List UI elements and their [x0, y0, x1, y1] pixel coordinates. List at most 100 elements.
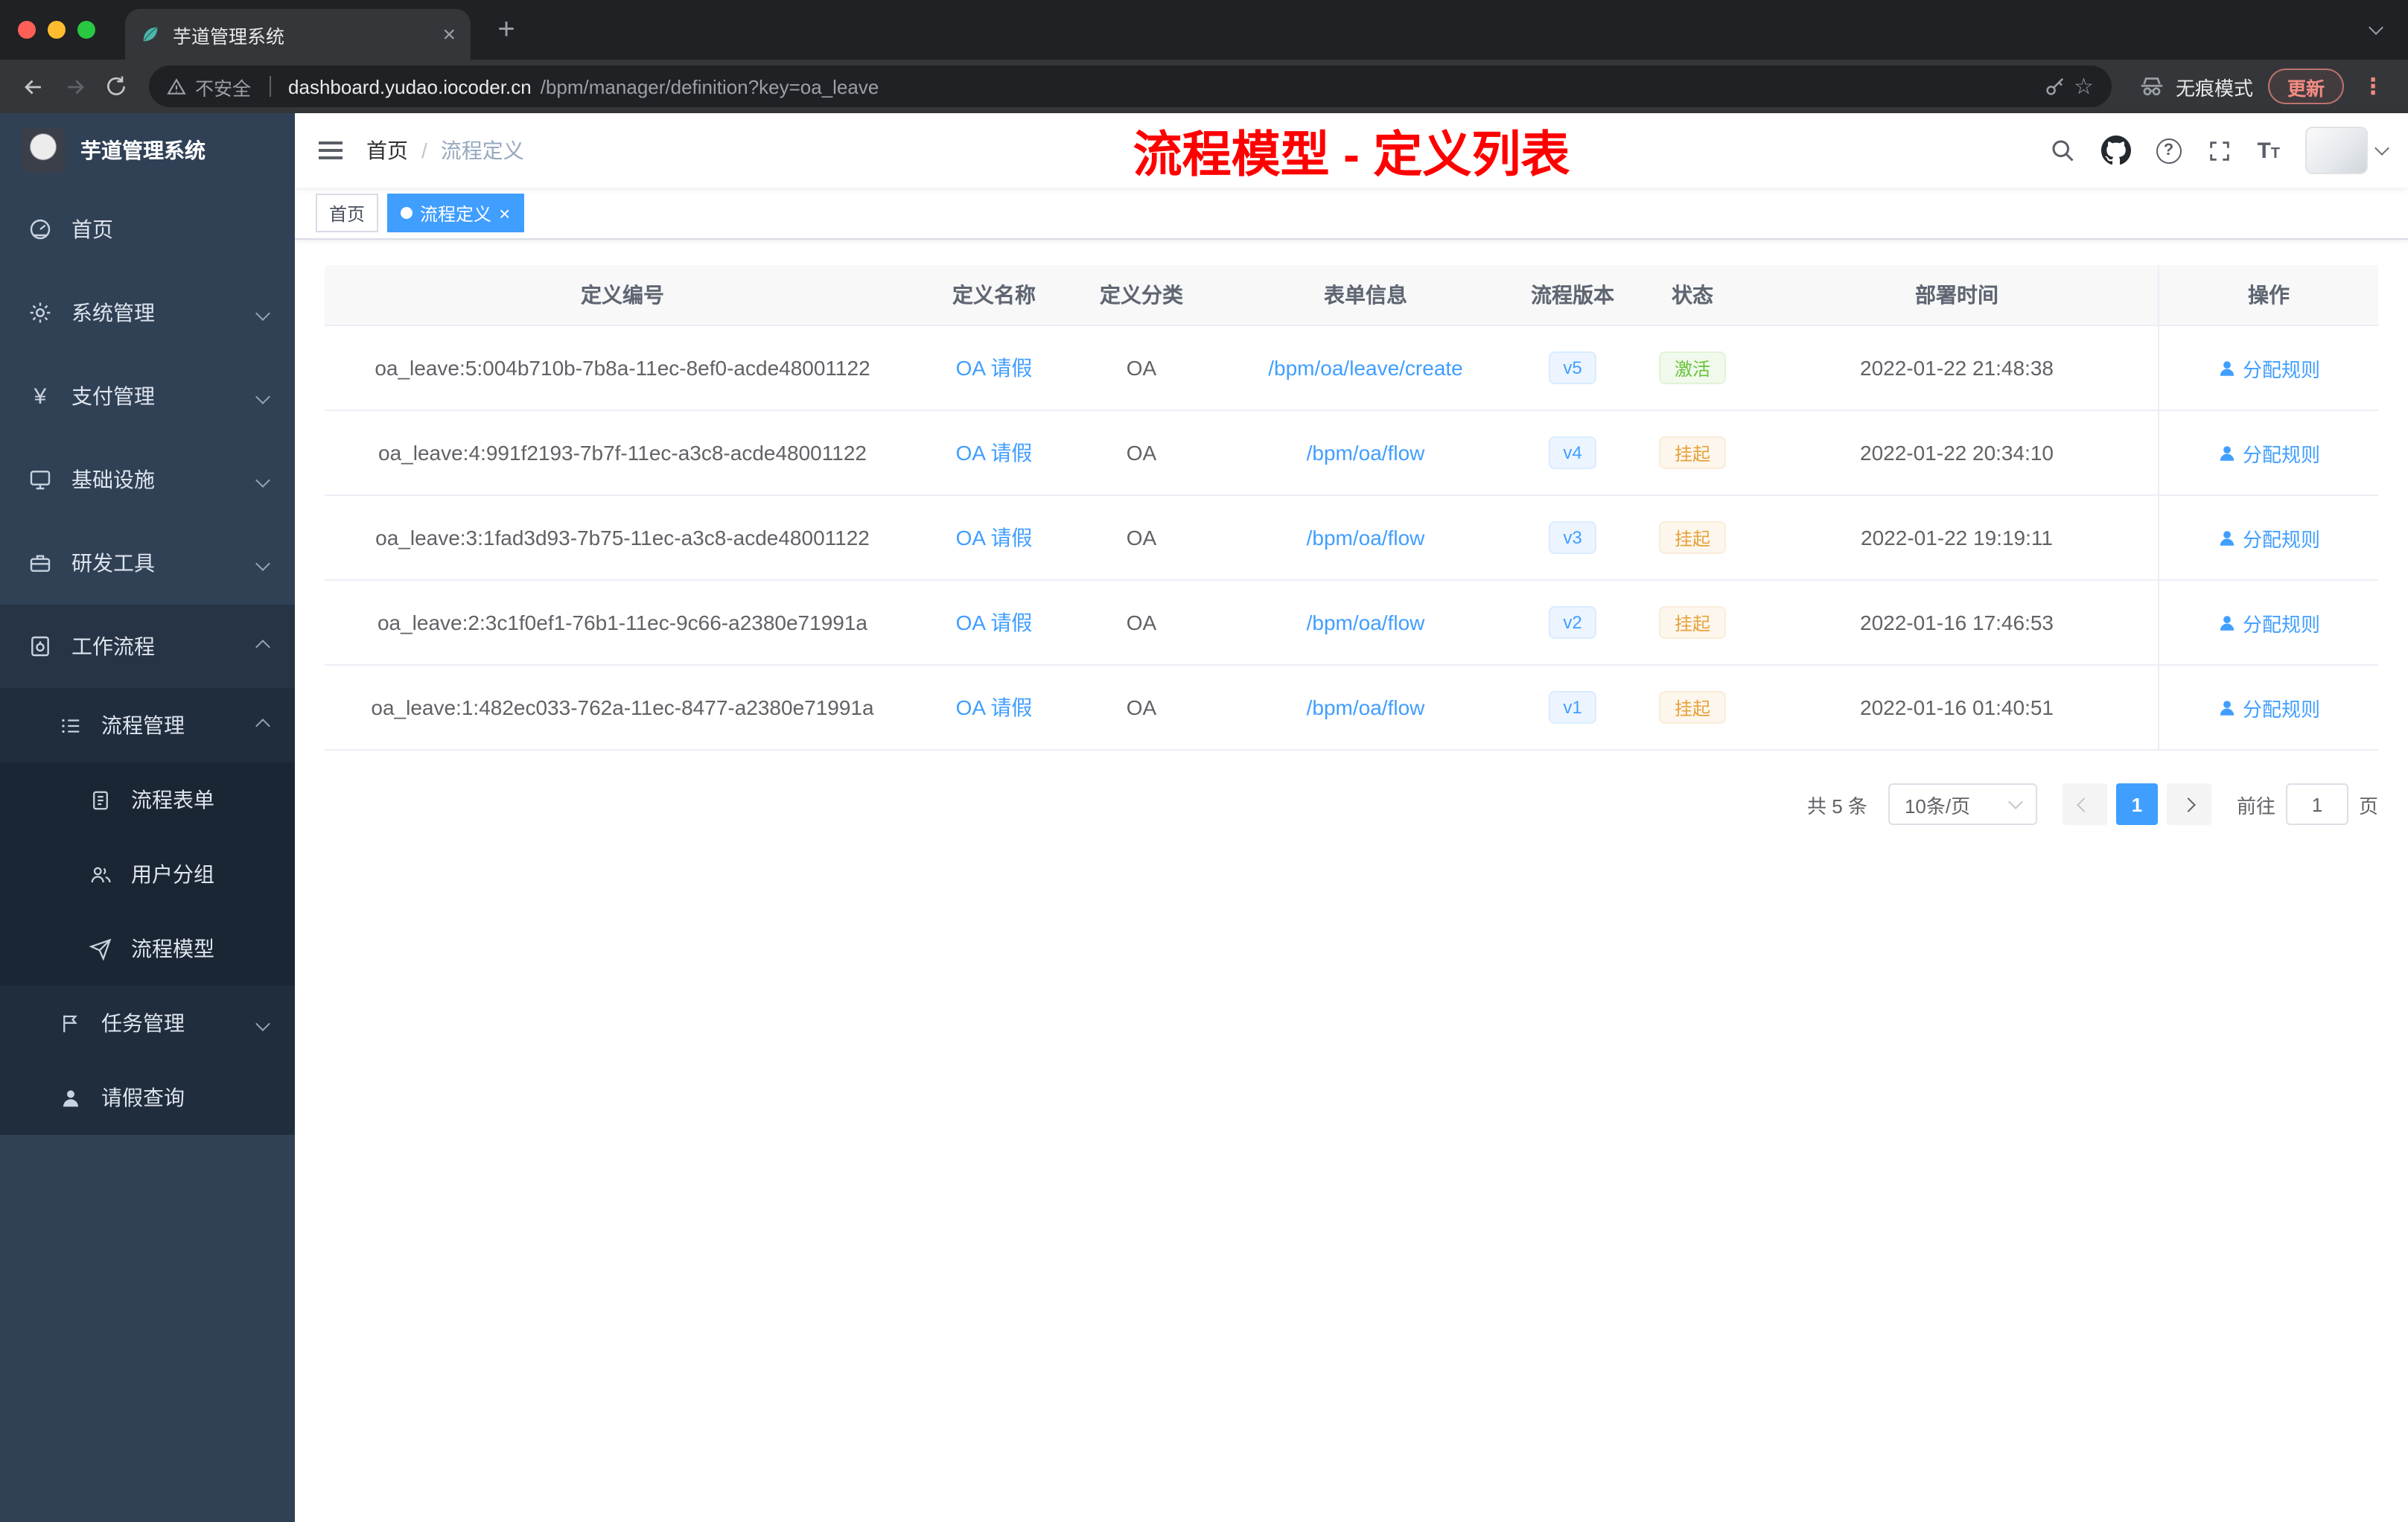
window-controls [0, 21, 110, 39]
category-cell: OA [1126, 356, 1157, 380]
sidebar-item-infra[interactable]: 基础设施 [0, 438, 295, 521]
pagination-total: 共 5 条 [1807, 795, 1867, 817]
assign-rule-link[interactable]: 分配规则 [2217, 608, 2320, 637]
definition-table: 定义编号 定义名称 定义分类 表单信息 流程版本 状态 部署时间 操作 oa_l… [325, 265, 2378, 751]
definition-id-cell: oa_leave:5:004b710b-7b8a-11ec-8ef0-acde4… [375, 356, 870, 380]
status-badge: 挂起 [1659, 521, 1725, 554]
sidebar-item-leave-query[interactable]: 请假查询 [0, 1060, 295, 1135]
sidebar-item-payment[interactable]: ¥ 支付管理 [0, 354, 295, 438]
breadcrumb-separator: / [421, 138, 427, 162]
user-avatar-menu[interactable] [2305, 127, 2389, 174]
breadcrumb-home-link[interactable]: 首页 [366, 136, 408, 165]
sidebar-item-label: 首页 [71, 217, 113, 241]
sidebar-item-home[interactable]: 首页 [0, 188, 295, 271]
window-minimize-button[interactable] [48, 21, 66, 39]
browser-tab[interactable]: 芋道管理系统 × [125, 9, 471, 60]
sidebar-item-label: 任务管理 [101, 1011, 185, 1035]
column-header: 定义名称 [952, 283, 1036, 307]
font-size-icon[interactable]: TT [2257, 139, 2280, 162]
password-key-icon[interactable] [2042, 75, 2065, 98]
form-link[interactable]: /bpm/oa/flow [1307, 695, 1425, 719]
help-icon[interactable]: ? [2156, 138, 2182, 163]
form-link[interactable]: /bpm/oa/flow [1307, 611, 1425, 634]
version-badge: v4 [1548, 436, 1597, 469]
chevron-down-icon [255, 389, 270, 404]
browser-menu-icon[interactable]: ⋮ [2362, 73, 2384, 100]
sidebar-item-process-form[interactable]: 流程表单 [0, 762, 295, 837]
form-link[interactable]: /bpm/oa/leave/create [1268, 356, 1463, 380]
search-icon[interactable] [2048, 137, 2075, 164]
sidebar-item-system[interactable]: 系统管理 [0, 271, 295, 354]
window-close-button[interactable] [18, 21, 36, 39]
sidebar-item-workflow[interactable]: 工作流程 [0, 605, 295, 688]
reload-button[interactable] [95, 66, 137, 107]
deploy-time-cell: 2022-01-16 17:46:53 [1860, 611, 2054, 634]
sidebar-logo-row[interactable]: 芋道管理系统 [0, 113, 295, 188]
security-label[interactable]: 不安全 [195, 72, 251, 101]
dashboard-icon [27, 217, 54, 241]
definition-name-link[interactable]: OA 请假 [956, 438, 1033, 468]
url-path: /bpm/manager/definition?key=oa_leave [540, 75, 879, 98]
sidebar-collapse-button[interactable] [295, 141, 366, 159]
definition-id-cell: oa_leave:4:991f2193-7b7f-11ec-a3c8-acde4… [378, 441, 867, 465]
sidebar-item-label: 研发工具 [71, 551, 155, 575]
sidebar-item-process-model[interactable]: 流程模型 [0, 911, 295, 986]
navbar-actions: ? TT [2048, 127, 2408, 174]
incognito-indicator: 无痕模式 [2138, 72, 2253, 101]
select-caret-icon [2008, 795, 2023, 809]
form-link[interactable]: /bpm/oa/flow [1307, 441, 1425, 465]
sidebar-item-user-group[interactable]: 用户分组 [0, 837, 295, 911]
page-size-select[interactable]: 10条/页 [1888, 783, 2037, 825]
definition-name-link[interactable]: OA 请假 [956, 353, 1033, 383]
definition-name-link[interactable]: OA 请假 [956, 523, 1033, 553]
users-icon [86, 863, 113, 885]
prev-page-button[interactable] [2062, 783, 2107, 825]
tab-close-icon[interactable]: × [442, 23, 456, 45]
sidebar-item-process-management[interactable]: 流程管理 [0, 688, 295, 762]
tag-close-icon[interactable]: × [499, 203, 510, 223]
sidebar-item-devtools[interactable]: 研发工具 [0, 521, 295, 605]
column-header: 操作 [2158, 265, 2378, 325]
avatar [2305, 127, 2368, 174]
next-page-button[interactable] [2166, 783, 2211, 825]
column-header: 状态 [1672, 283, 1713, 307]
definition-name-link[interactable]: OA 请假 [956, 608, 1033, 637]
page-content: 定义编号 定义名称 定义分类 表单信息 流程版本 状态 部署时间 操作 oa_l… [295, 240, 2408, 1522]
update-button[interactable]: 更新 [2267, 69, 2344, 104]
sidebar-item-label: 工作流程 [71, 634, 155, 658]
form-link[interactable]: /bpm/oa/flow [1307, 526, 1425, 550]
gear-icon [27, 301, 54, 325]
person-icon [2220, 700, 2235, 715]
goto-page-input[interactable] [2285, 783, 2348, 825]
table-row: oa_leave:2:3c1f0ef1-76b1-11ec-9c66-a2380… [325, 581, 2378, 666]
tab-search-chevron-icon[interactable] [2369, 13, 2383, 40]
user-icon [57, 1086, 83, 1109]
status-badge: 激活 [1659, 351, 1725, 384]
person-icon [2220, 615, 2235, 630]
definition-name-link[interactable]: OA 请假 [956, 692, 1033, 722]
sidebar: 芋道管理系统 首页 系统管理 ¥ 支付管理 基础设施 研发工具 工作流程 流程管… [0, 113, 295, 1522]
address-bar[interactable]: 不安全 dashboard.yudao.iocoder.cn/bpm/manag… [149, 66, 2112, 107]
assign-rule-link[interactable]: 分配规则 [2217, 523, 2320, 552]
tag-home[interactable]: 首页 [316, 194, 379, 232]
assign-rule-link[interactable]: 分配规则 [2217, 693, 2320, 722]
version-badge: v2 [1548, 606, 1597, 639]
new-tab-button[interactable]: + [485, 9, 527, 51]
pagination: 共 5 条 10条/页 1 前往 页 [325, 783, 2378, 825]
page-number-button[interactable]: 1 [2115, 783, 2158, 825]
sidebar-item-task-management[interactable]: 任务管理 [0, 986, 295, 1060]
forward-button[interactable] [54, 66, 95, 107]
window-maximize-button[interactable] [77, 21, 95, 39]
bookmark-star-icon[interactable]: ☆ [2074, 75, 2094, 98]
tag-process-definition[interactable]: 流程定义 × [387, 194, 524, 232]
tags-view-bar: 首页 流程定义 × [295, 188, 2408, 240]
app-logo [21, 128, 66, 173]
assign-rule-link[interactable]: 分配规则 [2217, 354, 2320, 382]
deploy-time-cell: 2022-01-16 01:40:51 [1860, 695, 2054, 719]
chevron-down-icon [255, 305, 270, 320]
assign-rule-link[interactable]: 分配规则 [2217, 439, 2320, 467]
fullscreen-icon[interactable] [2206, 138, 2232, 163]
back-button[interactable] [12, 66, 54, 107]
github-icon[interactable] [2100, 136, 2131, 165]
sidebar-item-label: 支付管理 [71, 384, 155, 408]
